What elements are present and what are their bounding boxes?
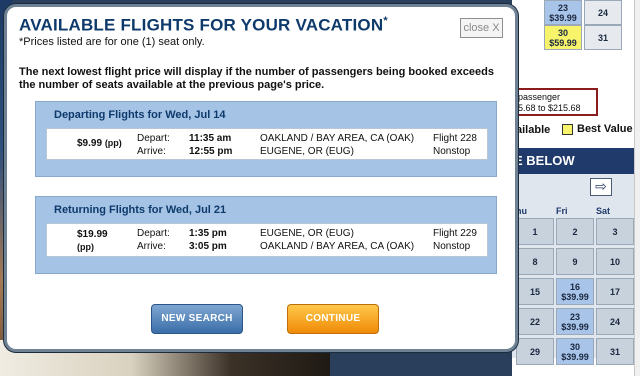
calendar-day[interactable]: 29 [516,338,554,365]
flight-number: Flight 228 [433,133,477,144]
calendar-day[interactable]: 16 $39.99 [556,278,594,305]
calendar-day-number: 15 [529,286,540,297]
window-scrollbar-edge [634,0,640,376]
passenger-note-range: 5.68 to $215.68 [518,103,581,113]
weekday-header: Sat [596,206,611,216]
calendar-day-number: 24 [597,7,608,18]
returning-price: $19.99 (pp) [77,228,108,254]
calendar-day-number: 8 [532,256,538,267]
calendar-day-best-value[interactable]: 30 $59.99 [544,25,582,50]
arrive-time: 3:05 pm [189,241,227,252]
calendar-day-number: 2 [572,226,578,237]
calendar-day-number: 10 [609,256,620,267]
arrive-time: 12:55 pm [189,146,233,157]
calendar-day-number: 31 [597,32,608,43]
calendar-day[interactable]: 31 [596,338,634,365]
depart-label: Depart: [137,133,170,144]
stops-info: Nonstop [433,241,471,252]
calendar-day[interactable]: 15 [516,278,554,305]
close-button[interactable]: close X [460,18,503,38]
destination-city: EUGENE, OR (EUG) [260,146,354,157]
departing-price: $9.99 (pp) [77,138,122,149]
calendar-day-number: 17 [609,286,620,297]
calendar-day[interactable]: 24 [584,0,622,25]
legend-available-label: ailable [516,124,551,136]
destination-city: OAKLAND / BAY AREA, CA (OAK) [260,241,415,252]
calendar-day-number: 22 [529,316,540,327]
calendar-day-number: 23 [557,2,568,13]
calendar-section-header: E BELOW [512,148,634,174]
new-search-button[interactable]: NEW SEARCH [151,304,243,334]
arrive-label: Arrive: [137,146,166,157]
calendar-day[interactable]: 1 [516,218,554,245]
calendar-day-number: 9 [572,256,578,267]
depart-time: 1:35 pm [189,228,227,239]
returning-heading: Returning Flights for Wed, Jul 21 [54,204,227,216]
depart-time: 11:35 am [189,133,232,144]
calendar-day-number: 29 [529,346,540,357]
arrive-label: Arrive: [137,241,166,252]
returning-price-value: $19.99 [77,229,108,240]
flights-modal: AVAILABLE FLIGHTS FOR YOUR VACATION* *Pr… [4,4,518,352]
calendar-day-number: 1 [532,226,538,237]
calendar-day-price: $39.99 [561,351,589,362]
calendar-day-number: 24 [609,316,620,327]
calendar-day-number: 30 [569,341,580,352]
legend-best-value-swatch [562,124,573,135]
calendar-day[interactable]: 30 $39.99 [556,338,594,365]
calendar-day[interactable]: 17 [596,278,634,305]
departing-price-value: $9.99 [77,138,103,149]
calendar-day[interactable]: 2 [556,218,594,245]
calendar-day[interactable]: 22 [516,308,554,335]
calendar-day-price: $39.99 [561,291,589,302]
calendar-day[interactable]: 8 [516,248,554,275]
calendar-day-number: 31 [609,346,620,357]
depart-label: Depart: [137,228,170,239]
origin-city: EUGENE, OR (EUG) [260,228,354,239]
returning-price-unit: (pp) [77,242,94,252]
calendar-day[interactable]: 23 $39.99 [544,0,582,25]
calendar-day-number: 23 [569,311,580,322]
modal-title-text: AVAILABLE FLIGHTS FOR YOUR VACATION [19,15,384,35]
calendar-day[interactable]: 24 [596,308,634,335]
origin-city: OAKLAND / BAY AREA, CA (OAK) [260,133,415,144]
calendar-day-price: $39.99 [549,12,577,23]
calendar-day[interactable]: 23 $39.99 [556,308,594,335]
calendar-day-number: 16 [569,281,580,292]
price-disclaimer: *Prices listed are for one (1) seat only… [19,36,205,48]
calendar-day-number: 30 [557,27,568,38]
departing-flights-panel: Departing Flights for Wed, Jul 14 $9.99 … [35,101,497,177]
flight-number: Flight 229 [433,228,477,239]
calendar-day[interactable]: 10 [596,248,634,275]
weekday-header: Fri [556,206,568,216]
next-month-arrow-icon[interactable]: ⇨ [590,178,612,196]
calendar-day-number: 3 [612,226,618,237]
calendar-day[interactable]: 31 [584,25,622,50]
departing-price-unit: (pp) [104,138,122,148]
calendar-day-price: $39.99 [561,321,589,332]
modal-title-asterisk: * [383,15,388,27]
passenger-price-note: passenger 5.68 to $215.68 [512,88,598,116]
price-notice: The next lowest flight price will displa… [19,66,494,91]
calendar-day-price: $59.99 [549,37,577,48]
calendar-section-title: E BELOW [514,153,575,168]
stops-info: Nonstop [433,146,471,157]
legend-best-value-label: Best Value [577,123,633,135]
modal-title: AVAILABLE FLIGHTS FOR YOUR VACATION* [19,15,388,36]
continue-button[interactable]: CONTINUE [287,304,379,334]
departing-heading: Departing Flights for Wed, Jul 14 [54,109,226,121]
returning-flights-panel: Returning Flights for Wed, Jul 21 $19.99… [35,196,497,274]
calendar-day[interactable]: 3 [596,218,634,245]
passenger-note-label: passenger [518,92,561,102]
returning-flight-row[interactable]: $19.99 (pp) Depart: Arrive: 1:35 pm 3:05… [46,223,488,257]
departing-flight-row[interactable]: $9.99 (pp) Depart: Arrive: 11:35 am 12:5… [46,128,488,160]
calendar-day[interactable]: 9 [556,248,594,275]
